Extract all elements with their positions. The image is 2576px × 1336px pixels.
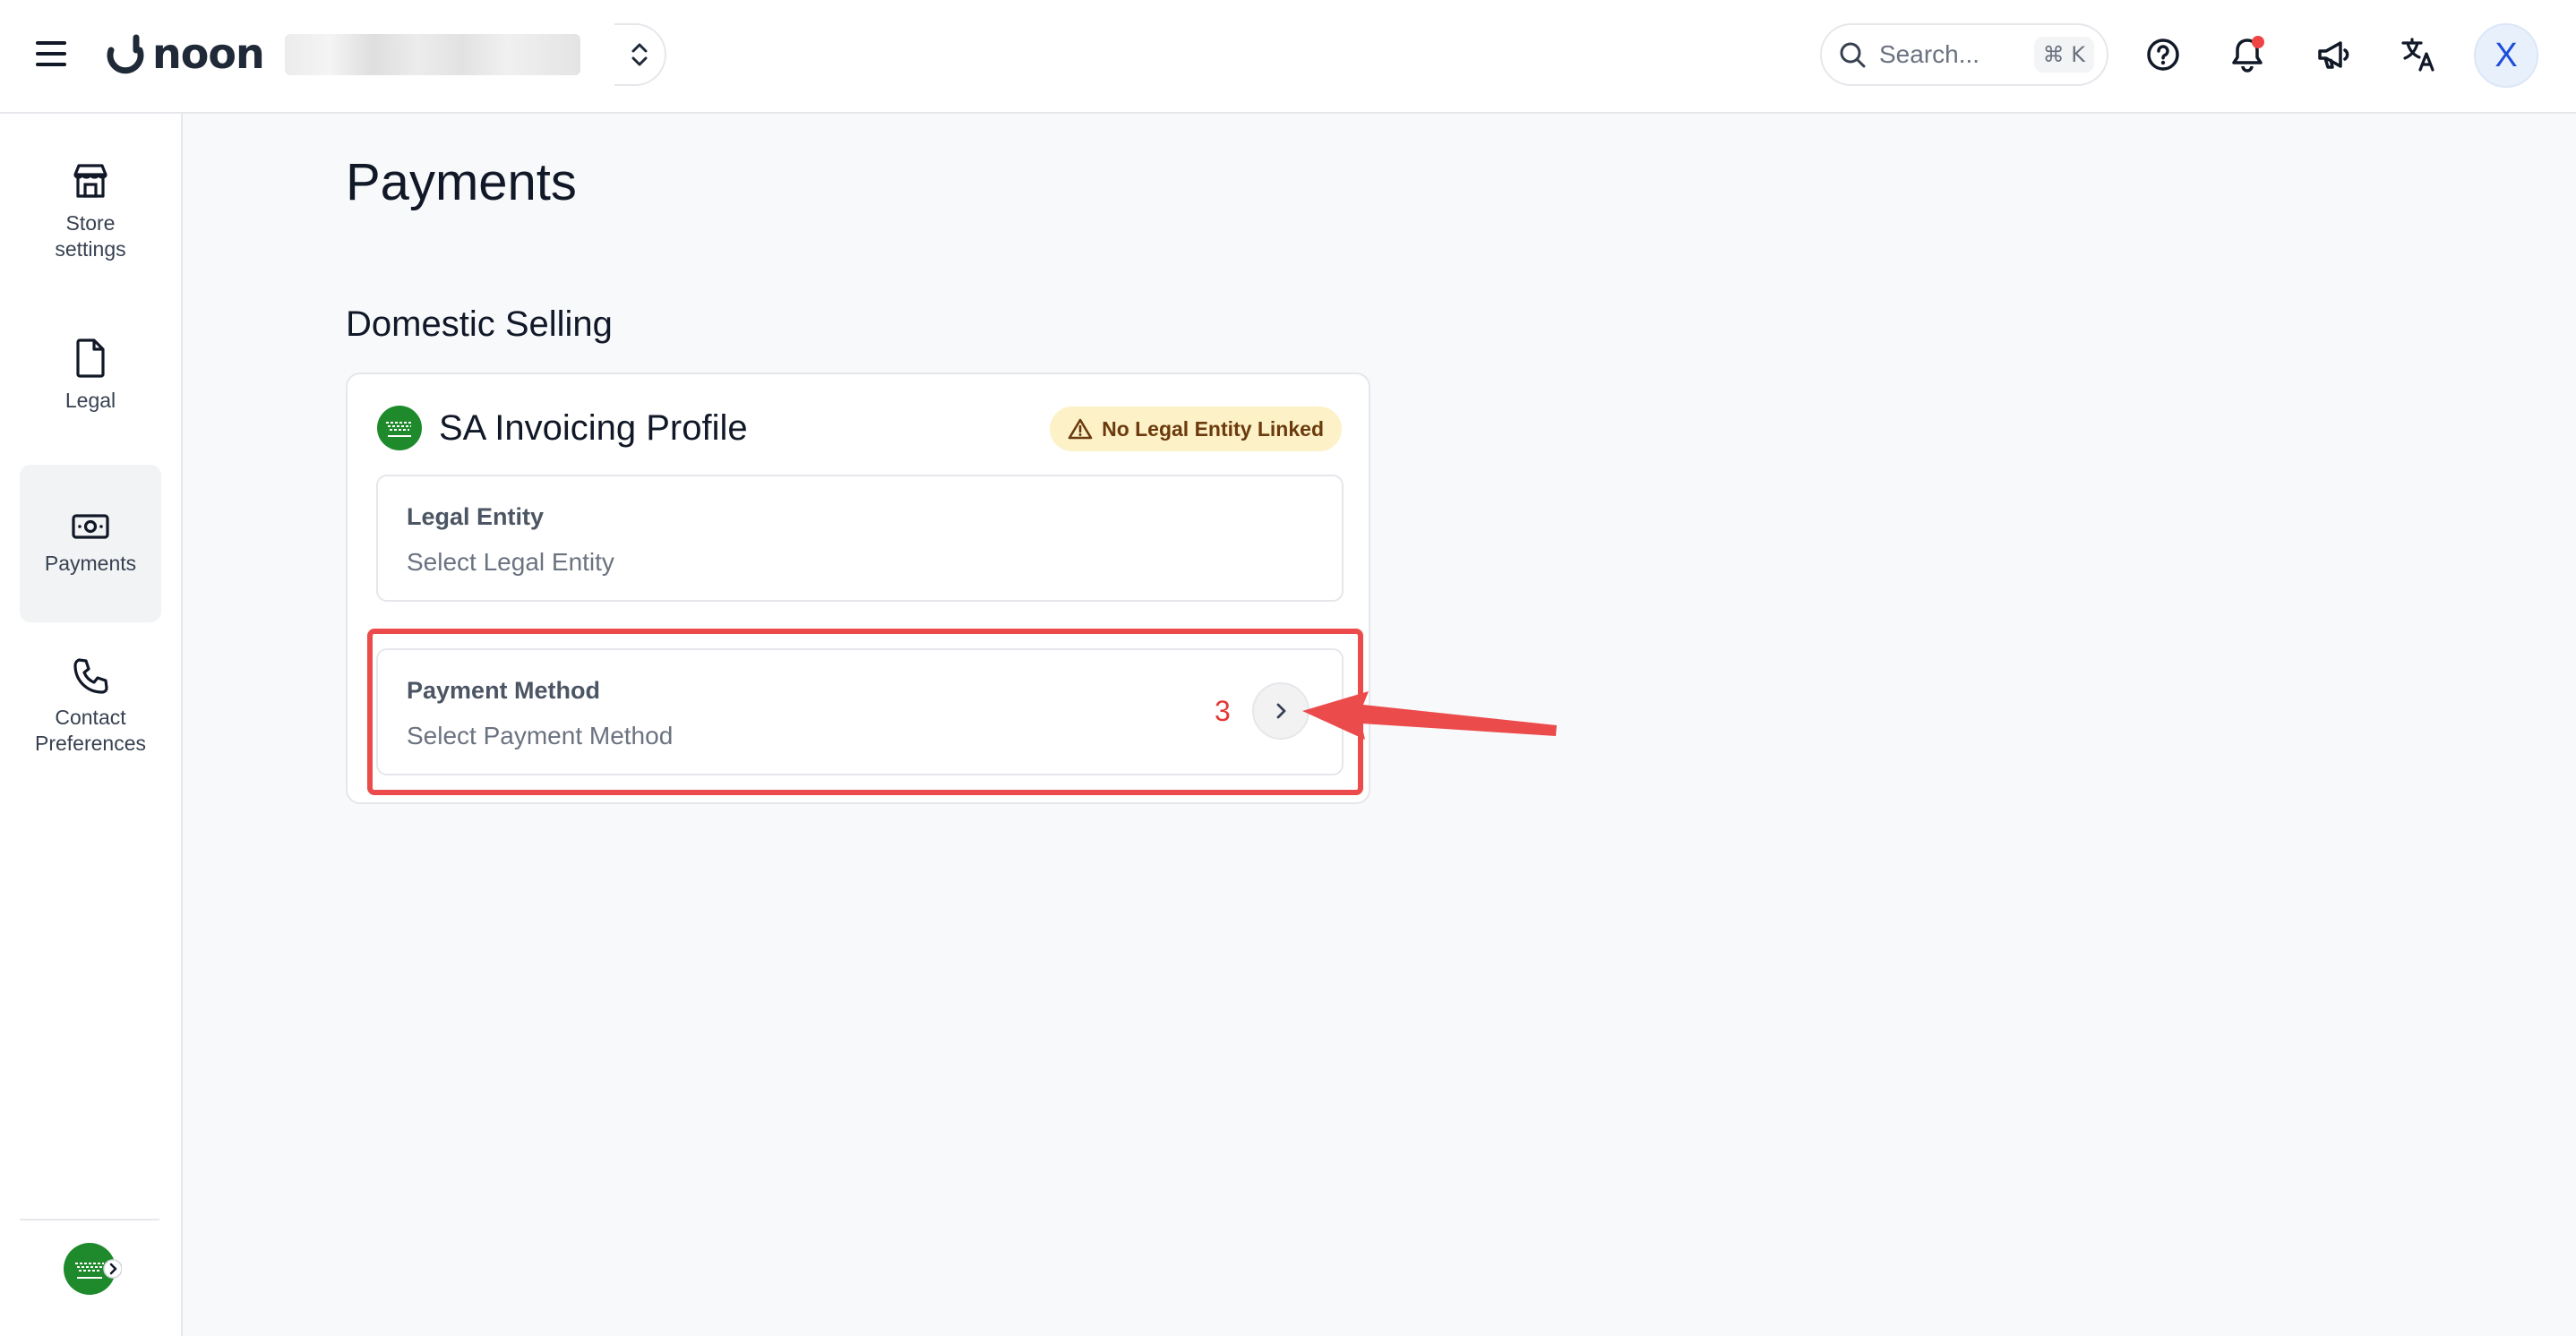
sidebar-item-label: Payments (44, 551, 137, 575)
language-button[interactable] (2397, 32, 2442, 77)
saudi-flag-icon (64, 1243, 123, 1295)
field-label: Legal Entity (407, 503, 545, 530)
noon-logo[interactable]: noon (102, 27, 265, 81)
megaphone-icon (2318, 41, 2349, 69)
annotation-step-number: 3 (1215, 695, 1231, 727)
user-avatar[interactable]: X (2474, 23, 2538, 88)
status-badge-text: No Legal Entity Linked (1102, 416, 1324, 441)
country-switcher[interactable] (63, 1242, 123, 1296)
translate-icon (2401, 38, 2434, 72)
search-placeholder: Search... (1879, 40, 1980, 68)
cash-icon (72, 513, 109, 539)
invoicing-profile-card: SA Invoicing Profile No Legal Entity Lin… (346, 373, 1370, 804)
card-header: SA Invoicing Profile (376, 405, 748, 451)
store-name-blurred[interactable] (285, 34, 580, 75)
help-circle-icon (2147, 39, 2179, 71)
sidebar-item-label: Contact Preferences (34, 706, 146, 755)
sidebar-item-store-settings[interactable]: Store settings (20, 157, 161, 282)
sidebar-item-legal[interactable]: Legal (20, 338, 161, 445)
notification-dot (2252, 36, 2264, 48)
section-title: Domestic Selling (346, 304, 613, 344)
field-value: Select Legal Entity (407, 548, 614, 576)
payment-method-field[interactable]: Payment Method Select Payment Method (376, 648, 1344, 775)
phone-icon (73, 658, 108, 694)
chevron-right-icon (1276, 703, 1286, 719)
store-icon (73, 164, 107, 198)
warning-triangle-icon (1068, 418, 1093, 440)
field-label: Payment Method (407, 677, 601, 704)
document-icon (76, 338, 105, 378)
top-bar: noon Search... ⌘ K X (0, 0, 2576, 114)
field-value: Select Payment Method (407, 722, 674, 749)
sidebar: Store settings Legal Payments Contact Pr… (0, 114, 183, 1336)
chevron-up-down-icon (631, 43, 648, 66)
sidebar-divider (20, 1219, 159, 1220)
store-switcher-button[interactable] (614, 23, 666, 86)
notifications-button[interactable] (2225, 32, 2270, 77)
sidebar-item-payments[interactable]: Payments (20, 465, 161, 622)
status-badge: No Legal Entity Linked (1050, 407, 1342, 451)
menu-icon[interactable] (36, 41, 66, 66)
sidebar-item-label: Store settings (55, 211, 126, 261)
announcements-button[interactable] (2311, 32, 2356, 77)
annotation-arrow-icon (1302, 691, 1557, 740)
sidebar-item-label: Legal (64, 389, 116, 412)
page-title: Payments (346, 153, 577, 211)
saudi-flag-icon (377, 406, 422, 450)
search-input[interactable]: Search... ⌘ K (1820, 23, 2108, 86)
noon-logo-mark-icon (107, 34, 144, 74)
logo-text: noon (152, 30, 265, 78)
card-title: SA Invoicing Profile (439, 407, 748, 448)
legal-entity-field[interactable]: Legal Entity Select Legal Entity (376, 475, 1344, 602)
sidebar-item-contact-preferences[interactable]: Contact Preferences (20, 656, 161, 791)
help-button[interactable] (2141, 32, 2185, 77)
search-shortcut: ⌘ K (2033, 37, 2094, 73)
search-icon (1840, 42, 1866, 68)
